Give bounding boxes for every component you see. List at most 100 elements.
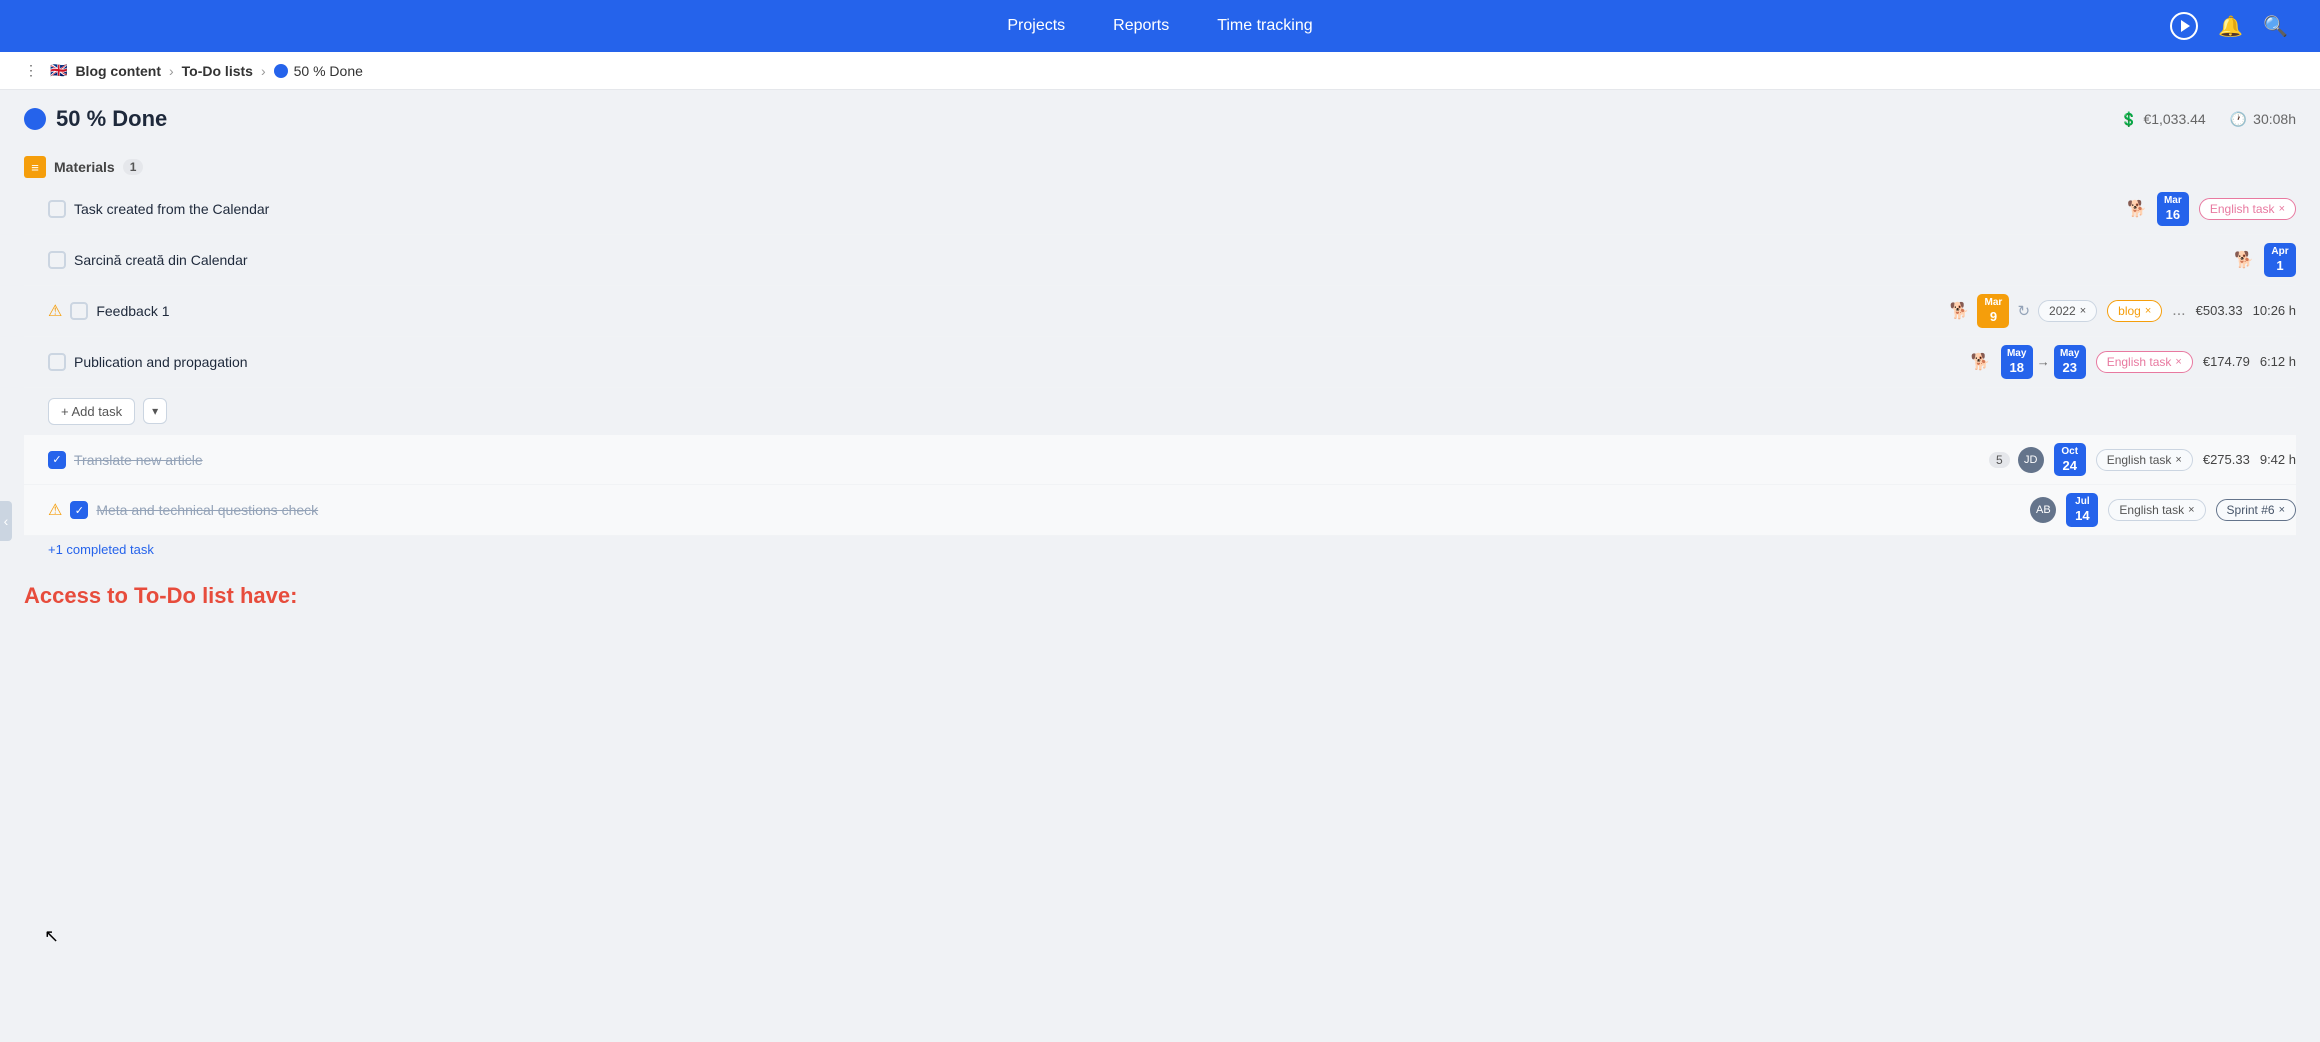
task-done-checkbox-2[interactable] (70, 501, 88, 519)
table-row: ⚠ Meta and technical questions check AB … (24, 485, 2296, 536)
breadcrumb-current: 50 % Done (274, 63, 363, 79)
task-checkbox-1[interactable] (48, 200, 66, 218)
table-row: Sarcină creată din Calendar 🐕 Apr 1 (24, 235, 2296, 286)
add-task-button[interactable]: + Add task (48, 398, 135, 425)
table-row: Task created from the Calendar 🐕 Mar 16 … (24, 184, 2296, 235)
budget-icon: 💲 (2120, 111, 2137, 128)
tag-x-sprint-2[interactable]: × (2279, 504, 2285, 516)
dog-avatar-1: 🐕 (2127, 199, 2147, 219)
repeat-icon[interactable]: ↻ (2017, 302, 2030, 320)
task-name-2: Sarcină creată din Calendar (74, 252, 2226, 268)
done-task-1-right: JD Oct 24 English task × €275.33 9:42 h (2018, 443, 2296, 477)
budget-value: €1,033.44 (2143, 111, 2205, 127)
task-checkbox-4[interactable] (48, 353, 66, 371)
tag-x-done-1[interactable]: × (2175, 454, 2181, 466)
task-name-4: Publication and propagation (74, 354, 1963, 370)
dog-avatar-3: 🐕 (1950, 301, 1970, 321)
scroll-handle[interactable] (0, 501, 12, 541)
warn-icon-3: ⚠ (48, 301, 62, 321)
date-end-4: May 23 (2054, 345, 2086, 379)
nav-time-tracking[interactable]: Time tracking (1217, 17, 1312, 35)
tag-x-2022[interactable]: × (2080, 305, 2086, 317)
date-range-4: May 18 → May 23 (2001, 345, 2086, 379)
group-count: 1 (123, 159, 144, 175)
subtask-count-1: 5 (1989, 452, 2010, 468)
access-section-title: Access to To-Do list have: (24, 583, 2296, 609)
table-row: Publication and propagation 🐕 May 18 → M… (24, 337, 2296, 388)
tag-english-1[interactable]: English task × (2199, 198, 2296, 220)
task-4-right: 🐕 May 18 → May 23 English task × €174.79… (1971, 345, 2296, 379)
task-4-time: 6:12 h (2260, 354, 2296, 369)
add-task-dropdown[interactable]: ▾ (143, 398, 167, 424)
breadcrumb-middle[interactable]: To-Do lists (182, 63, 253, 79)
task-done-name-1: Translate new article (74, 452, 1977, 468)
breadcrumb-root[interactable]: Blog content (75, 63, 161, 79)
group-name: Materials (54, 159, 115, 175)
date-badge-2: Apr 1 (2264, 243, 2296, 277)
top-navigation: Projects Reports Time tracking 🔔 🔍 (0, 0, 2320, 52)
date-badge-3: Mar 9 (1977, 294, 2009, 328)
done-1-time: 9:42 h (2260, 452, 2296, 467)
blue-circle-icon (24, 108, 46, 130)
task-checkbox-3[interactable] (70, 302, 88, 320)
completed-tasks-link[interactable]: +1 completed task (24, 536, 2296, 563)
bell-icon[interactable]: 🔔 (2218, 14, 2243, 39)
nav-links: Projects Reports Time tracking (1007, 17, 1312, 35)
section-meta: 💲 €1,033.44 🕐 30:08h (2120, 111, 2296, 128)
task-1-right: 🐕 Mar 16 English task × (2127, 192, 2296, 226)
tag-x-4[interactable]: × (2175, 356, 2181, 368)
tag-x-1[interactable]: × (2279, 203, 2285, 215)
done-date-1: Oct 24 (2054, 443, 2086, 477)
task-3-amount: €503.33 (2196, 303, 2243, 318)
breadcrumb-flag: 🇬🇧 (50, 62, 67, 79)
task-3-right: 2022 × blog × ... €503.33 10:26 h (2038, 300, 2296, 322)
section-header: 50 % Done 💲 €1,033.44 🕐 30:08h (24, 106, 2296, 132)
cursor (44, 926, 60, 942)
range-arrow: → (2037, 354, 2050, 369)
dog-avatar-4: 🐕 (1971, 352, 1991, 372)
breadcrumb-sep-1: › (169, 63, 174, 79)
tag-blog[interactable]: blog × (2107, 300, 2162, 322)
tag-x-blog[interactable]: × (2145, 305, 2151, 317)
task-name-3: Feedback 1 (96, 303, 1941, 319)
dropdown-arrow-icon: ▾ (152, 404, 158, 418)
play-button[interactable] (2170, 12, 2198, 40)
budget-meta: 💲 €1,033.44 (2120, 111, 2206, 128)
more-options-icon[interactable]: ⋮ (24, 62, 38, 79)
time-value: 30:08h (2253, 111, 2296, 127)
task-name-1: Task created from the Calendar (74, 201, 2119, 217)
tag-done-2a[interactable]: English task × (2108, 499, 2205, 521)
clock-icon: 🕐 (2230, 111, 2247, 128)
done-1-amount: €275.33 (2203, 452, 2250, 467)
nav-reports[interactable]: Reports (1113, 17, 1169, 35)
breadcrumb-sep-2: › (261, 63, 266, 79)
search-icon[interactable]: 🔍 (2263, 14, 2288, 39)
task-done-name-2: Meta and technical questions check (96, 502, 2022, 518)
task-done-checkbox-1[interactable] (48, 451, 66, 469)
time-meta: 🕐 30:08h (2230, 111, 2296, 128)
task-2-right: 🐕 Apr 1 (2234, 243, 2296, 277)
tag-sprint-2[interactable]: Sprint #6 × (2216, 499, 2296, 521)
breadcrumb: ⋮ 🇬🇧 Blog content › To-Do lists › 50 % D… (0, 52, 2320, 90)
task-4-amount: €174.79 (2203, 354, 2250, 369)
add-task-row: + Add task ▾ (24, 388, 2296, 435)
table-row: ⚠ Feedback 1 🐕 Mar 9 ↻ 2022 × blog × ...… (24, 286, 2296, 337)
tag-english-4[interactable]: English task × (2096, 351, 2193, 373)
dog-avatar-2: 🐕 (2234, 250, 2254, 270)
section-title: 50 % Done (24, 106, 167, 132)
avatar-1: JD (2018, 447, 2044, 473)
date-badge-1: Mar 16 (2157, 192, 2189, 226)
done-task-2-right: AB Jul 14 English task × Sprint #6 × (2030, 493, 2296, 527)
blue-dot-icon (274, 64, 288, 78)
group-icon (24, 156, 46, 178)
group-materials: Materials 1 (24, 148, 2296, 184)
tag-done-1[interactable]: English task × (2096, 449, 2193, 471)
done-date-2: Jul 14 (2066, 493, 2098, 527)
nav-projects[interactable]: Projects (1007, 17, 1065, 35)
tag-x-done-2a[interactable]: × (2188, 504, 2194, 516)
nav-right-icons: 🔔 🔍 (2170, 12, 2288, 40)
task-checkbox-2[interactable] (48, 251, 66, 269)
more-tags-icon[interactable]: ... (2172, 302, 2185, 320)
main-content: 50 % Done 💲 €1,033.44 🕐 30:08h Materials… (0, 90, 2320, 633)
tag-2022[interactable]: 2022 × (2038, 300, 2097, 322)
